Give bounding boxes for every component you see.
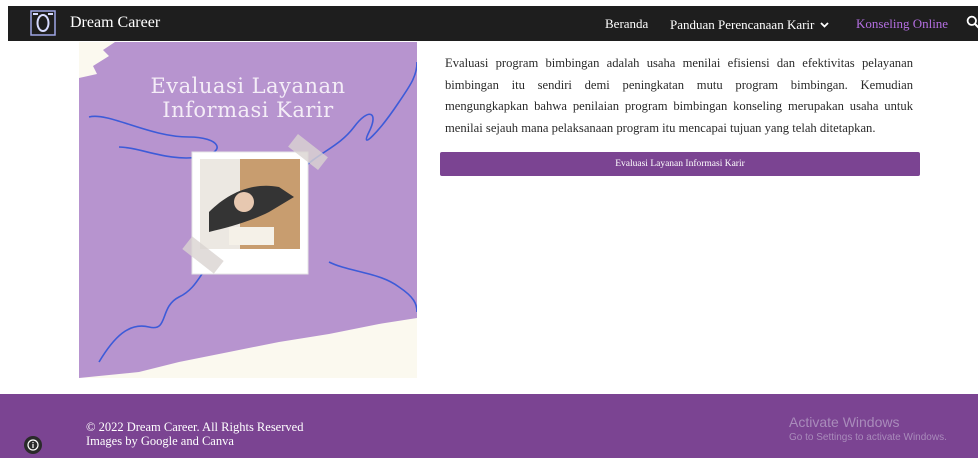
activate-windows-subtitle: Go to Settings to activate Windows. — [789, 432, 947, 443]
info-icon[interactable] — [24, 436, 42, 454]
hero-title-line2: Informasi Karir — [162, 98, 334, 122]
nav-beranda[interactable]: Beranda — [605, 16, 648, 32]
hero-title-line1: Evaluasi Layanan — [150, 74, 346, 98]
top-bar: Dream Career Beranda Panduan Perencanaan… — [0, 0, 978, 42]
brand-name[interactable]: Dream Career — [70, 14, 160, 32]
hero-title: Evaluasi Layanan Informasi Karir — [79, 74, 417, 122]
search-icon[interactable] — [966, 15, 978, 29]
navbar: Dream Career Beranda Panduan Perencanaan… — [8, 6, 978, 41]
main-content: Evaluasi Layanan Informasi Karir Evaluas… — [0, 42, 978, 394]
nav-panduan-label: Panduan Perencanaan Karir — [670, 17, 815, 32]
evaluasi-layanan-button[interactable]: Evaluasi Layanan Informasi Karir — [440, 152, 920, 176]
footer: © 2022 Dream Career. All Rights Reserved… — [0, 394, 978, 458]
footer-copyright: © 2022 Dream Career. All Rights Reserved — [86, 420, 304, 434]
activate-windows-title: Activate Windows — [789, 414, 900, 430]
dream-career-logo[interactable] — [30, 10, 56, 36]
nav-panduan-perencanaan-karir[interactable]: Panduan Perencanaan Karir — [670, 16, 830, 33]
hero-image: Evaluasi Layanan Informasi Karir — [79, 42, 417, 378]
description-text: Evaluasi program bimbingan adalah usaha … — [445, 56, 913, 135]
chevron-down-icon — [820, 16, 830, 32]
footer-credit: Images by Google and Canva — [86, 434, 234, 448]
nav-konseling-online[interactable]: Konseling Online — [856, 16, 948, 32]
